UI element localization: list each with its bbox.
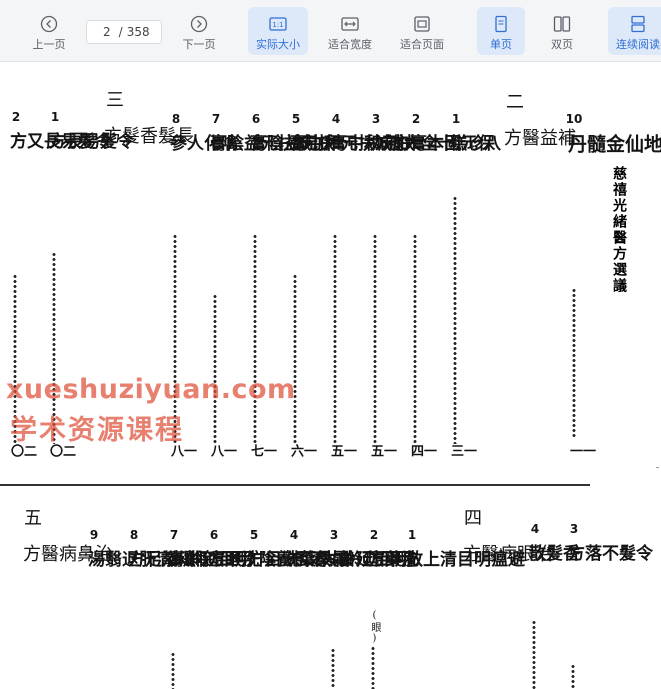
book-title: 慈禧光緒醫方選議 bbox=[611, 166, 627, 294]
entry-number: 6 bbox=[251, 112, 261, 126]
section-title: 補益醫方 bbox=[501, 128, 576, 147]
fit-page-label: 适合页面 bbox=[400, 38, 444, 51]
fit-width-label: 适合宽度 bbox=[328, 38, 372, 51]
entry-number: 1 bbox=[407, 528, 417, 542]
entry-number: 3 bbox=[371, 112, 381, 126]
page-separator: / bbox=[118, 25, 123, 39]
page-number-field[interactable]: 2 /358 bbox=[86, 20, 162, 44]
entry-page: 一四 bbox=[408, 444, 436, 457]
entry-number: 7 bbox=[211, 112, 221, 126]
prev-page-label: 上一页 bbox=[32, 38, 66, 51]
section-number: 二 bbox=[503, 92, 524, 111]
entry-page: 一七 bbox=[248, 444, 276, 457]
watermark-url: xueshuziyuan.com bbox=[6, 374, 296, 405]
entry-number: 5 bbox=[249, 528, 259, 542]
single-page-label: 单页 bbox=[490, 38, 512, 51]
entry-page: 一五 bbox=[328, 444, 356, 457]
leader-dots bbox=[413, 234, 417, 444]
leader-dots bbox=[373, 234, 377, 444]
continuous-reading-button[interactable]: 连续阅读 bbox=[608, 7, 661, 55]
entry-page: 一三 bbox=[448, 444, 476, 457]
entry-title: 避瘟明目清上散 bbox=[402, 550, 524, 568]
entry-number: 5 bbox=[291, 112, 301, 126]
fit-width-button[interactable]: 适合宽度 bbox=[320, 7, 380, 55]
leader-dots bbox=[331, 648, 335, 689]
section-number: 四 bbox=[461, 508, 482, 527]
entry-number: 1 bbox=[50, 110, 60, 124]
entry-number: 10 bbox=[565, 112, 583, 126]
entry-page: 一一 bbox=[567, 444, 595, 457]
entry-title: 五芝地仙金髓丹 bbox=[565, 134, 661, 154]
fit-width-icon bbox=[341, 17, 359, 31]
entry-number: 2 bbox=[11, 110, 21, 124]
leader-dots bbox=[213, 294, 217, 444]
prev-page-button[interactable]: 上一页 bbox=[26, 7, 72, 55]
double-page-button[interactable]: 双页 bbox=[538, 7, 586, 55]
entry-page: 一八 bbox=[208, 444, 236, 457]
entry-number: 3 bbox=[329, 528, 339, 542]
entry-number: 3 bbox=[569, 522, 579, 536]
continuous-reading-icon bbox=[631, 15, 645, 33]
leader-dots bbox=[571, 664, 575, 689]
single-page-button[interactable]: 单页 bbox=[477, 7, 525, 55]
actual-size-button[interactable]: 1:1 实际大小 bbox=[248, 7, 308, 55]
double-page-label: 双页 bbox=[551, 38, 573, 51]
entry-number: 2 bbox=[369, 528, 379, 542]
entry-number: 7 bbox=[169, 528, 179, 542]
entry-note: (眼) bbox=[369, 610, 380, 645]
leader-dots bbox=[371, 646, 375, 689]
entry-number: 8 bbox=[171, 112, 181, 126]
entry-number: 2 bbox=[411, 112, 421, 126]
entry-number: 8 bbox=[129, 528, 139, 542]
viewer-toolbar: 上一页 2 /358 下一页 1:1 实际大小 适合宽度 适合页面 单页 双页 连… bbox=[0, 0, 661, 62]
section-divider bbox=[0, 484, 590, 486]
single-page-icon bbox=[495, 15, 507, 33]
actual-size-icon: 1:1 bbox=[269, 17, 287, 31]
scrollbar-hint bbox=[656, 467, 659, 468]
entry-number: 4 bbox=[530, 522, 540, 536]
watermark-text: 学术资源课程 bbox=[10, 415, 184, 446]
entry-number: 4 bbox=[331, 112, 341, 126]
leader-dots bbox=[532, 620, 536, 689]
chevron-right-icon bbox=[190, 15, 208, 33]
chevron-left-icon bbox=[40, 15, 58, 33]
entry-page: 一五 bbox=[368, 444, 396, 457]
leader-dots bbox=[333, 234, 337, 444]
fit-page-icon bbox=[414, 16, 430, 32]
leader-dots bbox=[293, 274, 297, 444]
leader-dots bbox=[253, 234, 257, 444]
double-page-icon bbox=[553, 16, 571, 32]
entry-number: 4 bbox=[289, 528, 299, 542]
leader-dots bbox=[171, 652, 175, 689]
entry-page: 一六 bbox=[288, 444, 316, 457]
section-number: 五 bbox=[21, 508, 42, 527]
section-number: 三 bbox=[103, 90, 124, 109]
document-page: 慈禧光緒醫方選議 10 五芝地仙金髓丹 一一 二 補益醫方 1 八珍糕 一三 2… bbox=[0, 62, 661, 689]
svg-text:1:1: 1:1 bbox=[272, 21, 283, 29]
entry-number: 9 bbox=[89, 528, 99, 542]
fit-page-button[interactable]: 适合页面 bbox=[392, 7, 452, 55]
leader-dots bbox=[572, 288, 576, 438]
actual-size-label: 实际大小 bbox=[256, 38, 300, 51]
entry-title: 令髮易長又方 bbox=[6, 132, 111, 150]
section-title: 治鼻病醫方 bbox=[20, 544, 113, 563]
leader-dots bbox=[453, 196, 457, 444]
next-page-label: 下一页 bbox=[182, 38, 216, 51]
next-page-button[interactable]: 下一页 bbox=[176, 7, 222, 55]
entry-number: 6 bbox=[209, 528, 219, 542]
continuous-reading-label: 连续阅读 bbox=[616, 38, 660, 51]
page-current-input[interactable]: 2 bbox=[103, 25, 111, 39]
page-total: 358 bbox=[126, 25, 150, 39]
entry-number: 1 bbox=[451, 112, 461, 126]
